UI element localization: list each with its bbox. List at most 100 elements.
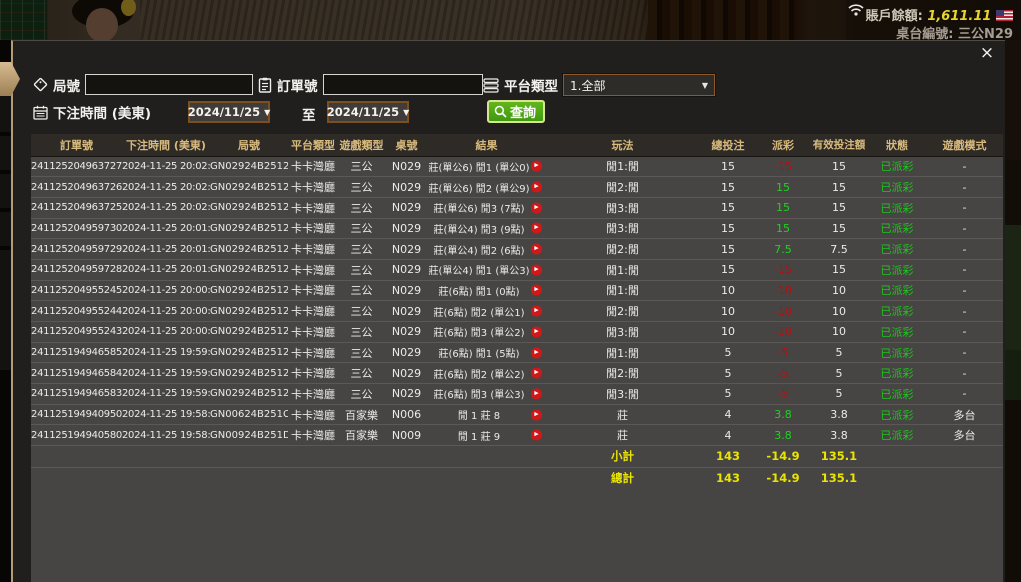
- table-row: 2411252049552452024-11-25 20:00:46GN0292…: [31, 280, 1003, 301]
- empty-cell: [385, 467, 428, 488]
- replay-button[interactable]: ▶: [531, 347, 542, 358]
- payout-cell: -5: [756, 363, 810, 384]
- round-number-input[interactable]: [85, 74, 253, 95]
- empty-cell: [385, 446, 428, 467]
- result-cell: 莊(6點) 閒3 (單公3)▶: [428, 384, 545, 405]
- replay-button[interactable]: ▶: [531, 409, 542, 420]
- valid-bet-cell: 10: [810, 280, 868, 301]
- valid-bet-cell: 10: [810, 322, 868, 343]
- table-header-row: 訂單號下注時間 (美東)局號平台類型遊戲類型桌號結果玩法總投注派彩有效投注額狀態…: [31, 134, 1003, 156]
- table-number-cell: N029: [385, 259, 428, 280]
- game-mode-cell: -: [926, 177, 1003, 198]
- result-cell: 莊(單公4) 閒1 (單公3)▶: [428, 259, 545, 280]
- status-badge: 已派彩: [868, 342, 926, 363]
- round-number-cell: GN02924B2512P: [210, 280, 288, 301]
- platform-filter-group: 平台類型 1.全部 ▼: [483, 74, 715, 96]
- summary-total-bet: 143: [700, 467, 756, 488]
- replay-button[interactable]: ▶: [531, 326, 542, 337]
- round-number-cell: GN02924B2512N: [210, 363, 288, 384]
- table-number-cell: N029: [385, 177, 428, 198]
- status-badge: 已派彩: [868, 239, 926, 260]
- replay-button[interactable]: ▶: [531, 223, 542, 234]
- platform-type-select[interactable]: 1.全部 ▼: [563, 74, 715, 96]
- empty-cell: [868, 446, 926, 467]
- round-number-cell: GN02924B2512N: [210, 342, 288, 363]
- game-mode-cell: 多台: [926, 404, 1003, 425]
- right-edge-background: [1005, 40, 1021, 582]
- empty-cell: [288, 446, 338, 467]
- game-type-cell: 三公: [338, 280, 385, 301]
- replay-button[interactable]: ▶: [531, 182, 542, 193]
- bettime-filter-group: 下注時間 (美東): [33, 102, 151, 122]
- summary-total-bet: 143: [700, 446, 756, 467]
- table-row: 2411251949405802024-11-25 19:58:16GN0092…: [31, 425, 1003, 446]
- column-header-4: 遊戲類型: [338, 134, 385, 156]
- round-number-cell: GN02924B2512R: [210, 197, 288, 218]
- bet-time-cell: 2024-11-25 20:02:13: [122, 177, 210, 198]
- status-badge: 已派彩: [868, 218, 926, 239]
- replay-button[interactable]: ▶: [531, 202, 542, 213]
- search-button[interactable]: 查詢: [487, 100, 545, 123]
- payout-cell: 15: [756, 218, 810, 239]
- game-mode-cell: -: [926, 384, 1003, 405]
- round-number-cell: GN02924B2512Q: [210, 259, 288, 280]
- empty-cell: [338, 467, 385, 488]
- total-bet-cell: 4: [700, 404, 756, 425]
- replay-button[interactable]: ▶: [531, 306, 542, 317]
- date-to-value: 2024/11/25: [327, 105, 399, 119]
- replay-button[interactable]: ▶: [531, 161, 542, 172]
- round-number-cell: GN00624B251CP: [210, 404, 288, 425]
- order-filter-label: 訂單號: [277, 75, 318, 95]
- platform-cell: 卡卡灣廳: [288, 384, 338, 405]
- play-type-cell: 閒2:閒: [545, 177, 700, 198]
- replay-button[interactable]: ▶: [531, 244, 542, 255]
- order-number-input[interactable]: [323, 74, 483, 95]
- game-mode-cell: -: [926, 259, 1003, 280]
- date-from-picker[interactable]: 2024/11/25 ▼: [188, 101, 270, 123]
- table-number-cell: N029: [385, 322, 428, 343]
- table-row: 2411252049552442024-11-25 20:00:46GN0292…: [31, 301, 1003, 322]
- replay-button[interactable]: ▶: [531, 368, 542, 379]
- calendar-icon: [33, 105, 48, 120]
- order-number-cell: 241125204959730: [31, 218, 122, 239]
- replay-button[interactable]: ▶: [531, 285, 542, 296]
- to-label: 至: [302, 104, 316, 124]
- replay-button[interactable]: ▶: [531, 264, 542, 275]
- valid-bet-cell: 3.8: [810, 425, 868, 446]
- table-number-cell: N009: [385, 425, 428, 446]
- replay-button[interactable]: ▶: [531, 430, 542, 441]
- column-header-5: 桌號: [385, 134, 428, 156]
- bettime-filter-label: 下注時間 (美東): [53, 102, 151, 122]
- play-type-cell: 閒1:閒: [545, 342, 700, 363]
- total-bet-cell: 10: [700, 322, 756, 343]
- bet-time-cell: 2024-11-25 20:00:46: [122, 301, 210, 322]
- tag-icon: [33, 77, 48, 92]
- status-badge: 已派彩: [868, 384, 926, 405]
- us-flag-icon: [996, 10, 1013, 21]
- round-number-cell: GN02924B2512R: [210, 177, 288, 198]
- valid-bet-cell: 15: [810, 177, 868, 198]
- wifi-signal-icon: [848, 3, 864, 16]
- date-to-picker[interactable]: 2024/11/25 ▼: [327, 101, 409, 123]
- status-badge: 已派彩: [868, 156, 926, 177]
- platform-cell: 卡卡灣廳: [288, 301, 338, 322]
- platform-selected-value: 1.全部: [570, 77, 605, 94]
- balance-line: 賬戶餘額: 1,611.11: [866, 5, 1013, 24]
- table-row: 2411252049637272024-11-25 20:02:13GN0292…: [31, 156, 1003, 177]
- status-badge: 已派彩: [868, 259, 926, 280]
- column-header-10: 有效投注額: [810, 134, 868, 156]
- summary-valid-bet: 135.1: [810, 446, 868, 467]
- replay-button[interactable]: ▶: [531, 388, 542, 399]
- valid-bet-cell: 15: [810, 218, 868, 239]
- table-number-cell: N029: [385, 363, 428, 384]
- play-type-cell: 莊: [545, 425, 700, 446]
- game-type-cell: 三公: [338, 384, 385, 405]
- order-number-cell: 241125204963725: [31, 197, 122, 218]
- table-row: 2411251949465832024-11-25 19:59:15GN0292…: [31, 384, 1003, 405]
- play-type-cell: 閒1:閒: [545, 280, 700, 301]
- valid-bet-cell: 3.8: [810, 404, 868, 425]
- result-cell: 莊(單公6) 閒3 (7點)▶: [428, 197, 545, 218]
- empty-cell: [31, 446, 122, 467]
- order-number-cell: 241125194946583: [31, 384, 122, 405]
- game-type-cell: 三公: [338, 177, 385, 198]
